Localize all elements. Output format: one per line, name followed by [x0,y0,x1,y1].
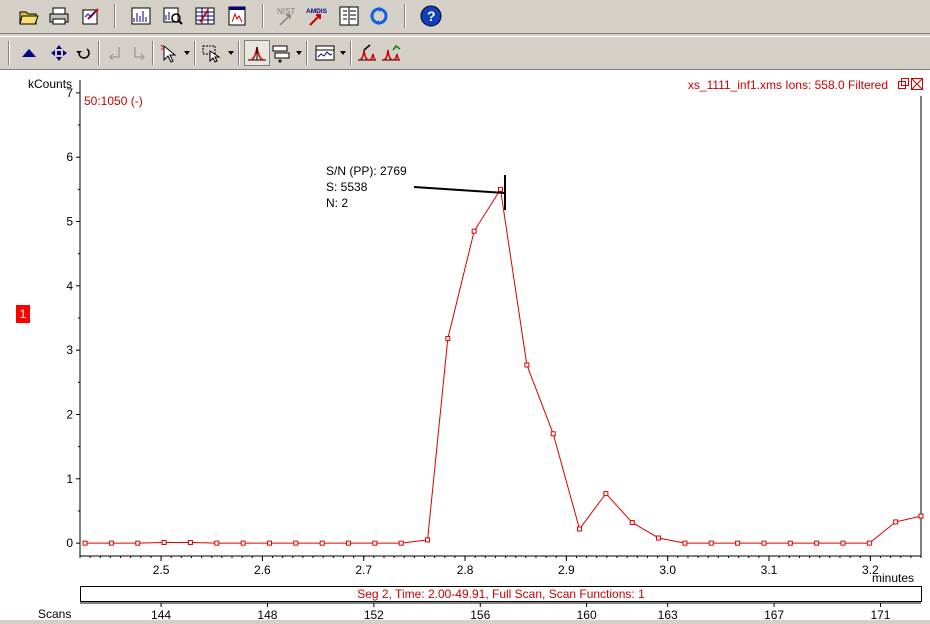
cursor-icon[interactable] [156,40,182,66]
data-point [135,540,141,546]
list-icon[interactable] [336,3,362,29]
y-unit-label: kCounts [28,77,72,91]
y-tick-label: 6 [66,150,73,164]
data-point [761,540,767,546]
main-toolbar: NIST AMDIS ? [0,0,930,34]
data-point [161,539,167,545]
chromatogram-panel[interactable]: 01234567 2.5 2.6 2.7 2.8 2.9 3.0 3.1 3.2 144 148… [0,70,930,624]
x-tick-label: 2.9 [558,563,575,577]
x-tick-label: 2.5 [153,563,170,577]
series-line [85,187,922,544]
data-point [214,540,220,546]
data-point [425,537,431,543]
data-point [787,540,793,546]
noise-label: N: 2 [326,196,348,210]
trace-number-badge[interactable]: 1 [16,305,30,323]
spectrum-icon[interactable] [128,3,154,29]
view-toolbar [0,36,930,70]
up-arrow-icon[interactable] [16,40,42,66]
data-point [893,519,899,525]
data-point [629,520,635,526]
data-point [187,539,193,545]
nist-icon[interactable]: NIST [274,3,300,29]
y-tick-label: 2 [66,407,73,421]
data-point [266,540,272,546]
scans-axis-label: Scans [38,607,72,621]
data-point [445,336,451,342]
select-icon[interactable] [198,40,224,66]
table-icon[interactable] [192,3,218,29]
mass-range-label: 50:1050 (-) [84,94,143,108]
data-point [550,431,556,437]
open-icon[interactable] [16,3,42,29]
x-tick-label: 2.7 [355,563,372,577]
data-point [524,362,530,368]
stack-icon[interactable] [268,40,294,66]
data-point [240,540,246,546]
data-point [603,491,609,497]
data-point [735,540,741,546]
data-point [708,540,714,546]
edit-icon[interactable] [78,3,104,29]
svg-text:?: ? [427,8,436,24]
print-icon[interactable] [46,3,72,29]
y-tick-label: 0 [66,536,73,550]
amdis-icon[interactable]: AMDIS [304,3,330,29]
data-point [814,540,820,546]
data-point [918,513,924,519]
data-point [82,540,88,546]
y-tick-label: 3 [66,343,73,357]
data-point [498,186,503,192]
refresh-icon[interactable] [366,3,392,29]
integrate-icon[interactable] [354,40,380,66]
x-unit-label: minutes [872,571,914,585]
x-tick-label: 2.8 [457,563,474,577]
svg-text:AMDIS: AMDIS [306,8,328,15]
segment-info-bar: Seg 2, Time: 2.00-49.91, Full Scan, Scan… [80,586,922,602]
next-icon[interactable] [126,40,152,66]
signal-label: S: 5538 [326,180,368,194]
close-icon[interactable] [911,78,923,90]
data-point [346,540,352,546]
chromatogram-chart[interactable]: 01234567 2.5 2.6 2.7 2.8 2.9 3.0 3.1 3.2 144 148… [0,70,930,624]
search-spectrum-icon[interactable] [160,3,186,29]
bottom-scroll-strip [0,620,930,624]
restore-icon[interactable] [898,78,910,90]
data-point [293,540,299,546]
prev-icon[interactable] [102,40,128,66]
data-point [372,540,378,546]
pan-icon[interactable] [46,40,72,66]
data-point [866,540,872,546]
data-point [471,228,477,234]
baseline-icon[interactable] [378,40,404,66]
data-point [577,526,583,532]
data-point [682,540,688,546]
signal-annotation-line [413,186,506,194]
data-point [398,540,404,546]
report-icon[interactable] [224,3,250,29]
x-tick-label: 3.1 [761,563,778,577]
y-tick-label: 5 [66,215,73,229]
y-tick-label: 4 [66,279,73,293]
data-point [656,535,662,541]
data-point [840,540,846,546]
x-tick-label: 2.6 [254,563,271,577]
undo-icon[interactable] [70,40,96,66]
data-point [108,540,114,546]
help-icon[interactable]: ? [418,3,444,29]
overlay-icon[interactable] [312,40,338,66]
x-tick-label: 3.0 [659,563,676,577]
peak-icon[interactable] [244,40,270,66]
file-label: xs_1111_inf1.xms Ions: 558.0 Filtered [688,78,888,92]
sn-label: S/N (PP): 2769 [326,164,407,178]
y-tick-label: 1 [66,472,73,486]
data-point [319,540,325,546]
